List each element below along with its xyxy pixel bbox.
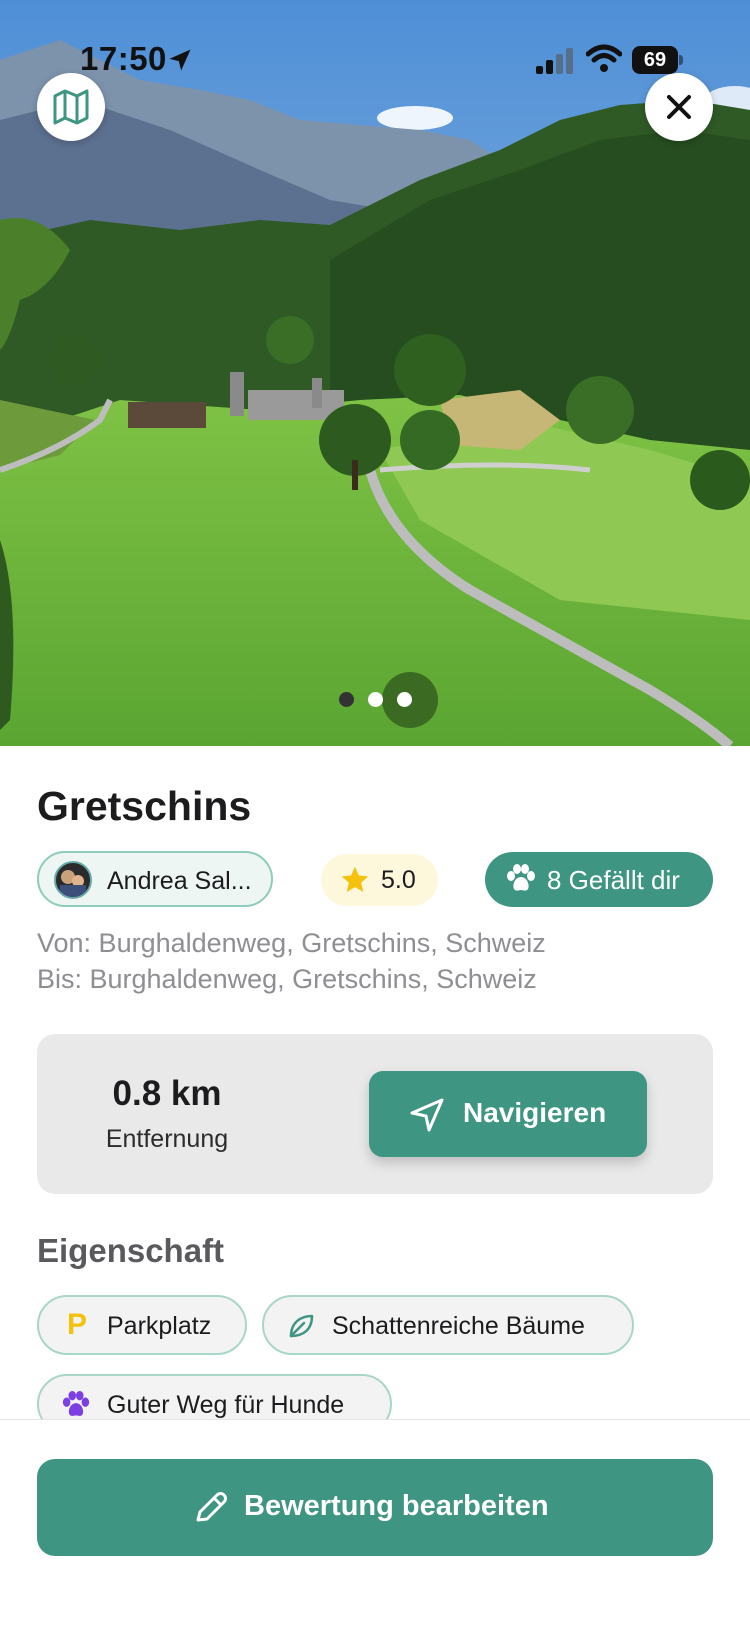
like-button[interactable]: 8 Gefällt dir — [485, 852, 713, 907]
location-arrow-icon — [169, 49, 191, 71]
rating-badge: 5.0 — [321, 854, 438, 906]
author-name: Andrea Sal... — [107, 867, 252, 895]
author-chip[interactable]: Andrea Sal... — [37, 851, 273, 907]
distance-card: 0.8 km Entfernung Navigieren — [37, 1034, 713, 1194]
features-title: Eigenschaft — [37, 1232, 225, 1269]
page-dot[interactable] — [396, 692, 412, 707]
bottom-action-bar: Bewertung bearbeiten — [0, 1419, 750, 1631]
route-from: Von: Burghaldenweg, Gretschins, Schweiz — [37, 928, 546, 958]
cellular-signal-icon — [536, 48, 573, 74]
close-icon — [667, 95, 691, 119]
status-bar: 17:50 69 — [0, 0, 750, 120]
feature-label: Guter Weg für Hunde — [107, 1391, 345, 1419]
star-icon — [341, 866, 369, 892]
pencil-icon — [196, 1492, 227, 1522]
navigation-arrow-icon — [410, 1098, 444, 1132]
route-to: Bis: Burghaldenweg, Gretschins, Schweiz — [37, 964, 537, 994]
parking-icon: P — [67, 1308, 88, 1341]
map-button[interactable] — [37, 73, 105, 141]
page-indicator[interactable] — [0, 692, 750, 712]
page-dot[interactable] — [367, 692, 383, 707]
status-time: 17:50 — [80, 40, 167, 77]
feature-label: Schattenreiche Bäume — [332, 1312, 585, 1340]
route-info: Von: Burghaldenweg, Gretschins, Schweiz … — [37, 925, 546, 997]
wifi-icon — [586, 44, 622, 72]
distance-label: Entfernung — [105, 1125, 229, 1153]
edit-review-label: Bewertung bearbeiten — [244, 1490, 549, 1522]
paw-icon — [507, 864, 535, 891]
feature-tag-shade-trees[interactable]: Schattenreiche Bäume — [262, 1295, 634, 1355]
navigate-label: Navigieren — [463, 1097, 607, 1128]
distance-value: 0.8 km — [112, 1074, 222, 1113]
avatar — [54, 861, 92, 899]
edit-review-button[interactable]: Bewertung bearbeiten — [37, 1459, 713, 1556]
paw-icon — [62, 1390, 90, 1416]
feature-label: Parkplatz — [107, 1312, 212, 1340]
leaf-icon — [289, 1314, 314, 1338]
battery-indicator: 69 — [632, 46, 684, 74]
hero-photo[interactable]: 17:50 69 — [0, 0, 750, 746]
rating-value: 5.0 — [381, 866, 416, 894]
place-title: Gretschins — [37, 783, 252, 829]
close-button[interactable] — [645, 73, 713, 141]
page-dot[interactable] — [338, 692, 354, 707]
feature-tag-parking[interactable]: P Parkplatz — [37, 1295, 247, 1355]
navigate-button[interactable]: Navigieren — [369, 1071, 647, 1157]
like-count: 8 Gefällt dir — [547, 865, 680, 895]
map-icon — [53, 89, 89, 125]
battery-level: 69 — [643, 49, 667, 71]
